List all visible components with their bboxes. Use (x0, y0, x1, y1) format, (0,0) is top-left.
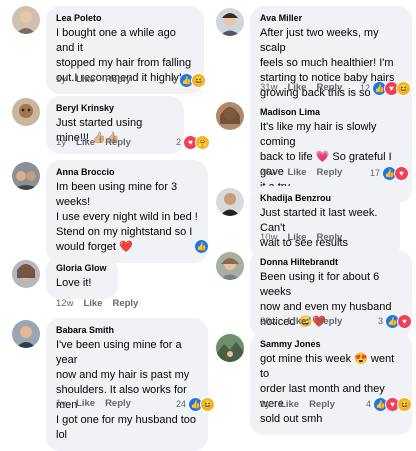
commenter-name[interactable]: Beryl Krinsky (56, 103, 174, 113)
comment-actions: 1y Like Reply (56, 137, 141, 148)
comment-age[interactable]: 1y (56, 398, 66, 409)
like-button[interactable]: Like (76, 398, 95, 409)
reaction-count: 4 (366, 399, 372, 409)
haha-reaction-icon: 😆 (191, 72, 207, 88)
reaction-count: 3 (378, 316, 384, 326)
comment-age[interactable]: 10w (260, 232, 277, 243)
reaction-summary[interactable]: 👍 (194, 238, 209, 254)
reply-button[interactable]: Reply (316, 82, 342, 93)
avatar[interactable] (12, 320, 40, 348)
reaction-summary[interactable]: 17 👍 ♥ (370, 165, 410, 181)
reply-button[interactable]: Reply (105, 137, 131, 148)
avatar[interactable] (216, 102, 244, 130)
comment-age[interactable]: 1y (56, 74, 66, 85)
comment-actions: 31w Like Reply (260, 82, 352, 93)
like-button[interactable]: Like (287, 82, 306, 93)
reaction-count: 17 (370, 168, 381, 178)
like-reaction-icon: 👍 (194, 238, 209, 254)
reaction-summary[interactable]: 24 👍 😆 (176, 396, 216, 412)
commenter-name[interactable]: Madison Lima (260, 107, 402, 117)
comment-actions: 1y Like Reply (56, 74, 141, 85)
comment-age[interactable]: 1y (260, 399, 270, 410)
like-button[interactable]: Like (280, 399, 299, 410)
avatar[interactable] (12, 260, 40, 288)
love-reaction-icon: ♥ (394, 165, 410, 181)
comment-text: I've been using mine for a year now and … (56, 339, 197, 441)
avatar[interactable] (12, 98, 40, 126)
comment-actions: 10w Like Reply (260, 232, 352, 243)
avatar[interactable] (216, 252, 244, 280)
comment-bubble: Khadija Benzrou Just started it last wee… (250, 186, 400, 259)
commenter-name[interactable]: Anna Broccio (56, 167, 198, 177)
reply-button[interactable]: Reply (316, 167, 342, 178)
reply-button[interactable]: Reply (309, 399, 335, 410)
reaction-count: 24 (176, 399, 187, 409)
avatar[interactable] (216, 334, 244, 362)
reaction-count: 12 (360, 83, 371, 93)
comment-text: Im been using mine for 3 weeks! I use ev… (56, 181, 198, 253)
like-button[interactable]: Like (287, 167, 306, 178)
like-button[interactable]: Like (287, 316, 306, 327)
comment-age[interactable]: 12w (56, 298, 73, 309)
avatar[interactable] (216, 188, 244, 216)
reaction-summary[interactable]: 6 👍 😆 (172, 72, 207, 88)
comment-text: Just started it last week. Can't wait to… (260, 207, 378, 249)
reply-button[interactable]: Reply (105, 74, 131, 85)
comment-actions: 26w Like Reply (260, 316, 352, 327)
commenter-name[interactable]: Babara Smith (56, 325, 198, 335)
reply-button[interactable]: Reply (316, 232, 342, 243)
comment-actions: 12w Like Reply (56, 298, 148, 309)
comment-age[interactable]: 26w (260, 316, 277, 327)
commenter-name[interactable]: Donna Hiltebrandt (260, 257, 402, 267)
comment-age[interactable]: 26w (260, 167, 277, 178)
comment-bubble: Babara Smith I've been using mine for a … (46, 318, 208, 451)
reaction-count: 6 (172, 75, 178, 85)
reaction-summary[interactable]: 12 👍 ♥ 😆 (360, 80, 412, 96)
like-button[interactable]: Like (287, 232, 306, 243)
comment-bubble: Sammy Jones got mine this week 😍 went to… (250, 332, 412, 435)
comment-actions: 1y Like Reply (260, 399, 345, 410)
haha-reaction-icon: 😆 (397, 396, 413, 412)
commenter-name[interactable]: Ava Miller (260, 13, 402, 23)
commenter-name[interactable]: Sammy Jones (260, 339, 402, 349)
comment-actions: 26w Like Reply (260, 167, 352, 178)
comment-bubble: Gloria Glow Love it! (46, 256, 118, 299)
reply-button[interactable]: Reply (105, 398, 131, 409)
avatar[interactable] (12, 6, 40, 34)
reaction-summary[interactable]: 2 ♥ 🤗 (176, 134, 211, 150)
reaction-count: 2 (176, 137, 182, 147)
commenter-name[interactable]: Lea Poleto (56, 13, 194, 23)
reply-button[interactable]: Reply (316, 316, 342, 327)
commenter-name[interactable]: Gloria Glow (56, 263, 108, 273)
comment-bubble: Anna Broccio Im been using mine for 3 we… (46, 160, 208, 263)
avatar[interactable] (12, 162, 40, 190)
like-button[interactable]: Like (83, 298, 102, 309)
comment-text: Love it! (56, 277, 92, 289)
comment-text: It's like my hair is slowly coming back … (260, 121, 392, 193)
reaction-summary[interactable]: 3 👍 ♥ (378, 313, 413, 329)
care-reaction-icon: 🤗 (195, 134, 211, 150)
commenter-name[interactable]: Khadija Benzrou (260, 193, 390, 203)
like-button[interactable]: Like (76, 74, 95, 85)
love-reaction-icon: ♥ (397, 313, 413, 329)
comment-actions: 1y Like Reply (56, 398, 141, 409)
comment-age[interactable]: 1y (56, 137, 66, 148)
reply-button[interactable]: Reply (112, 298, 138, 309)
haha-reaction-icon: 😆 (200, 396, 216, 412)
haha-reaction-icon: 😆 (396, 80, 412, 96)
avatar[interactable] (216, 8, 244, 36)
comment-age[interactable]: 31w (260, 82, 277, 93)
like-button[interactable]: Like (76, 137, 95, 148)
reaction-summary[interactable]: 4 👍 ♥ 😆 (366, 396, 413, 412)
